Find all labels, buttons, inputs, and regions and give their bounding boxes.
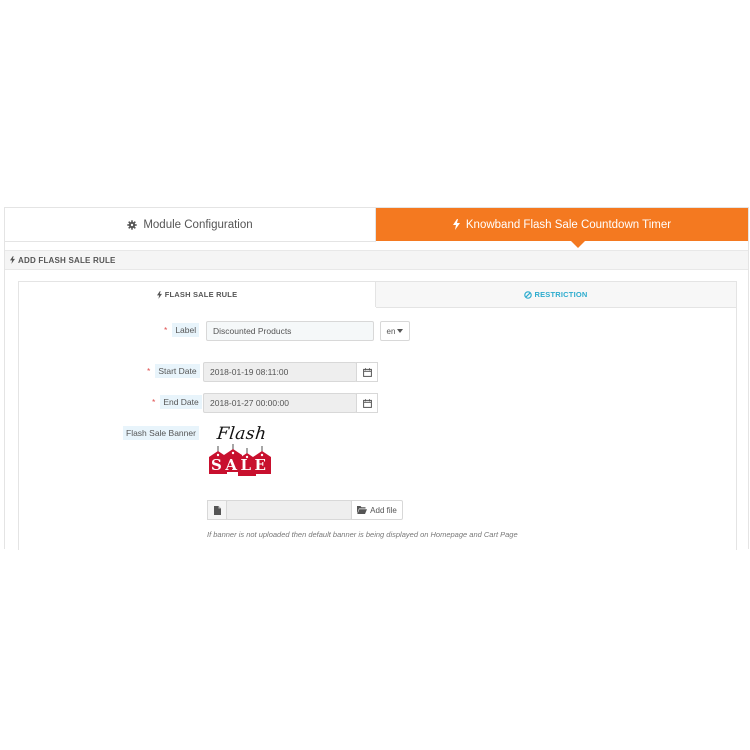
required-marker: * <box>152 397 156 407</box>
caret-down-icon <box>397 329 404 333</box>
rule-tab-panel: FLASH SALE RULE RESTRICTION * Label Disco… <box>18 281 737 550</box>
end-date-input[interactable]: 2018-01-27 00:00:00 <box>203 393 357 413</box>
calendar-icon <box>362 398 372 408</box>
tab-flash-sale-rule-label: FLASH SALE RULE <box>164 290 238 299</box>
tab-restriction-label: RESTRICTION <box>534 290 588 299</box>
bolt-icon <box>156 290 162 299</box>
start-date-label: * Start Date <box>147 364 200 378</box>
ban-icon <box>524 290 533 299</box>
add-file-button[interactable]: Add file <box>351 500 403 520</box>
flash-sale-banner-label-text: Flash Sale Banner <box>123 426 199 440</box>
configuration-panel: Module Configuration Knowband Flash Sale… <box>4 207 749 550</box>
end-date-calendar-button[interactable] <box>356 393 378 413</box>
required-marker: * <box>164 325 168 335</box>
required-marker: * <box>147 366 151 376</box>
bolt-icon <box>452 219 460 230</box>
start-date-input[interactable]: 2018-01-19 08:11:00 <box>203 362 357 382</box>
language-select-value: en <box>386 326 396 336</box>
section-header: ADD FLASH SALE RULE <box>5 250 748 270</box>
banner-logo-sale: SALE <box>210 456 272 474</box>
label-input[interactable]: Discounted Products <box>206 321 374 341</box>
file-icon <box>213 505 221 515</box>
label-input-value: Discounted Products <box>213 326 292 336</box>
language-select[interactable]: en <box>380 321 410 341</box>
label-field-label: * Label <box>164 323 200 337</box>
end-date-value: 2018-01-27 00:00:00 <box>210 398 289 408</box>
tab-module-configuration[interactable]: Module Configuration <box>5 208 376 242</box>
active-tab-caret <box>571 241 585 248</box>
calendar-icon <box>362 367 372 377</box>
tab-flash-sale-timer[interactable]: Knowband Flash Sale Countdown Timer <box>376 208 748 241</box>
folder-open-icon <box>357 506 368 514</box>
add-file-label: Add file <box>370 505 397 515</box>
end-date-label-text: End Date <box>160 395 202 409</box>
flash-sale-banner-label: Flash Sale Banner <box>123 426 199 440</box>
tab-flash-sale-rule[interactable]: FLASH SALE RULE <box>19 282 376 307</box>
label-field-text: Label <box>172 323 200 337</box>
banner-sale-text: SALE <box>211 456 270 474</box>
start-date-label-text: Start Date <box>155 364 200 378</box>
start-date-calendar-button[interactable] <box>356 362 378 382</box>
tab-restriction[interactable]: RESTRICTION <box>376 282 736 308</box>
gear-icon <box>127 219 138 230</box>
file-type-addon <box>207 500 227 520</box>
banner-help-text: If banner is not uploaded then default b… <box>207 530 518 539</box>
end-date-label: * End Date <box>152 395 202 409</box>
bolt-icon <box>10 256 15 264</box>
tab-module-configuration-label: Module Configuration <box>143 218 253 231</box>
file-name-input[interactable] <box>226 500 352 520</box>
tab-flash-sale-timer-label: Knowband Flash Sale Countdown Timer <box>465 218 672 231</box>
section-title: ADD FLASH SALE RULE <box>18 255 116 265</box>
start-date-value: 2018-01-19 08:11:00 <box>210 367 289 377</box>
flash-sale-banner-image: Flash SALE <box>207 424 275 490</box>
